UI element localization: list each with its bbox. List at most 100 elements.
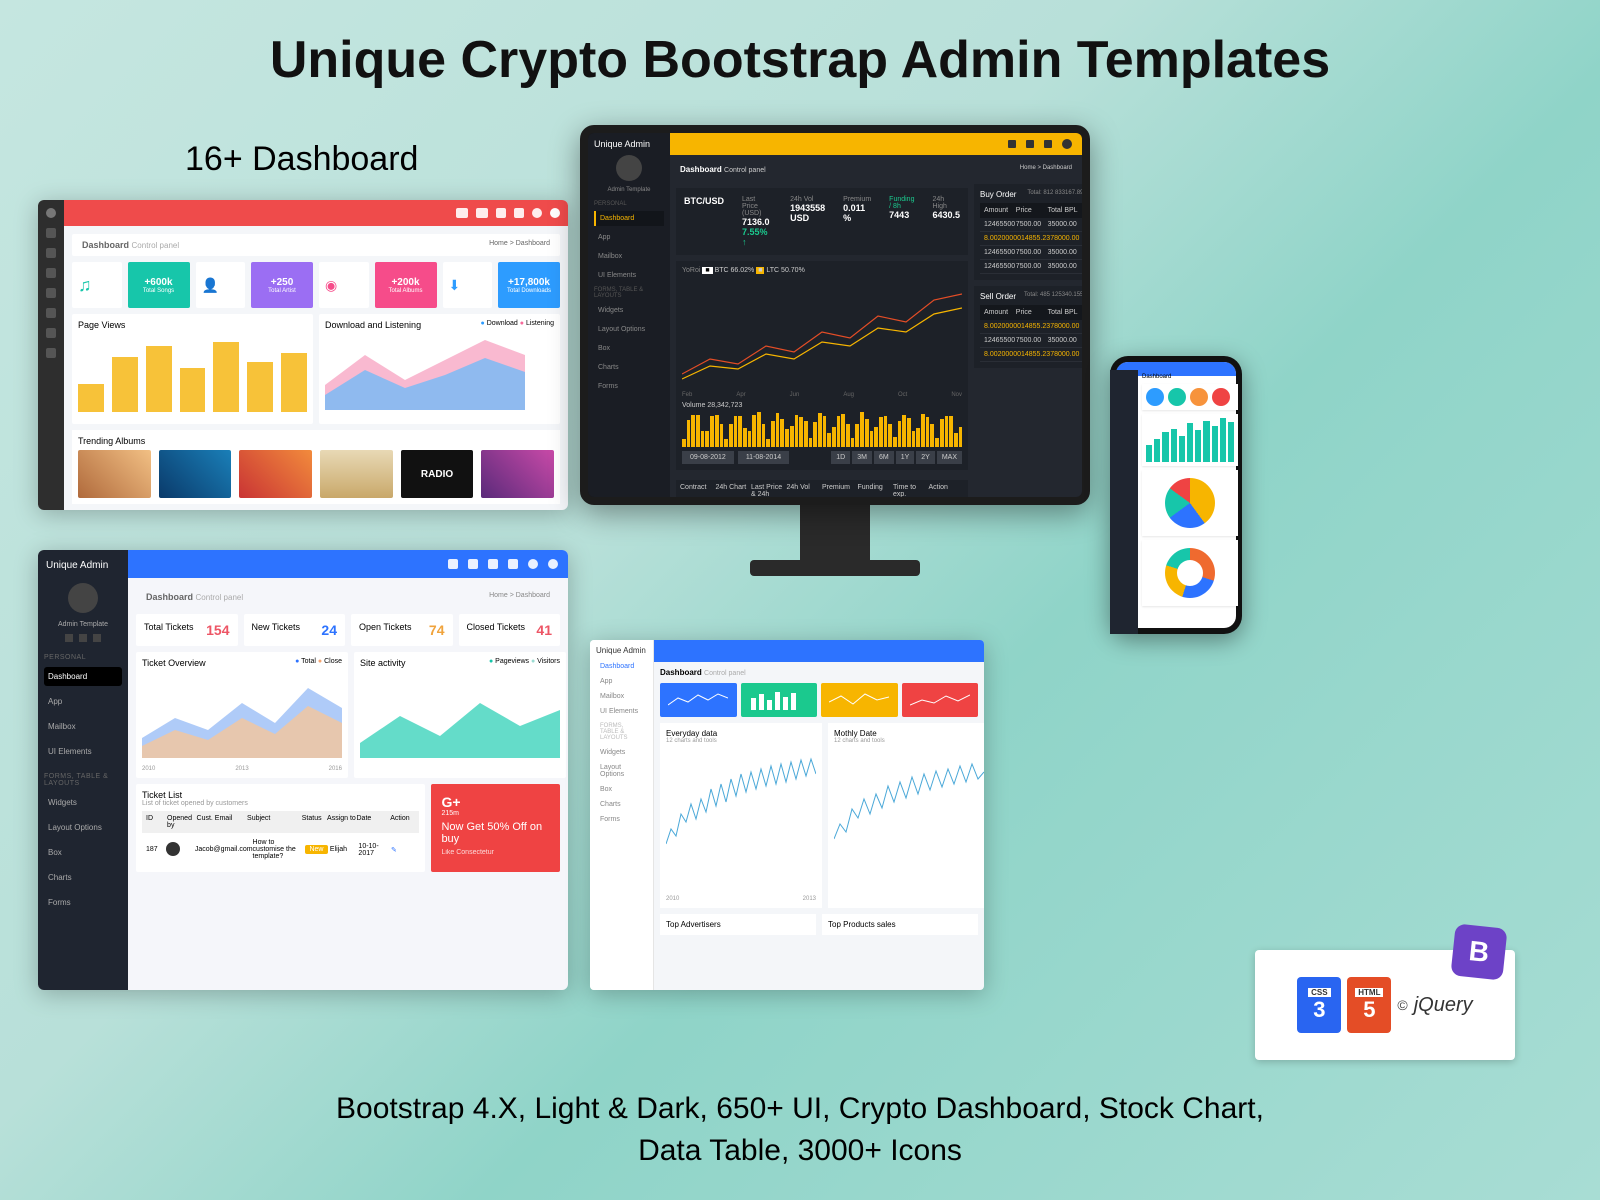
nav-dashboard[interactable]: Dashboard [596, 659, 647, 674]
nav-item[interactable]: Charts [594, 360, 664, 375]
album[interactable] [239, 450, 312, 498]
user-avatar[interactable] [1062, 139, 1072, 149]
nav-item[interactable]: Layout Options [596, 760, 647, 782]
td: 12465500 [984, 337, 1016, 344]
table-row[interactable]: 8.0020000014855.2378000.00 [980, 348, 1083, 362]
mail-icon[interactable] [65, 634, 73, 642]
gear-icon[interactable] [93, 634, 101, 642]
nav-icon[interactable] [46, 328, 56, 338]
nav-item[interactable]: Widgets [596, 745, 647, 760]
nav-item[interactable]: Layout Options [44, 818, 122, 837]
range-btn[interactable]: MAX [937, 451, 962, 464]
nav-item[interactable]: Forms [594, 379, 664, 394]
th: Time to exp. [893, 484, 929, 505]
user-avatar[interactable] [528, 559, 538, 569]
table-row[interactable]: 124655007500.0035000.00 [980, 218, 1083, 232]
search-icon[interactable] [1008, 140, 1016, 148]
nav-item[interactable]: Box [44, 843, 122, 862]
gear-icon[interactable] [550, 208, 560, 218]
avatar[interactable] [616, 155, 642, 181]
nav-icon[interactable] [46, 248, 56, 258]
date-to[interactable]: 11-08-2014 [738, 451, 789, 464]
date-from[interactable]: 09-08-2012 [682, 451, 734, 464]
nav-item[interactable]: Forms [596, 812, 647, 827]
td: 12465500 [984, 221, 1016, 228]
panel-pageviews: Page Views [72, 314, 313, 424]
album[interactable] [320, 450, 393, 498]
td: 7500.00 [1016, 263, 1048, 270]
range-btn[interactable]: 1D [831, 451, 850, 464]
gear-icon[interactable] [548, 559, 558, 569]
nav-item[interactable]: Charts [596, 797, 647, 812]
user-icon[interactable] [79, 634, 87, 642]
nav-icon[interactable] [46, 308, 56, 318]
range-btn[interactable]: 6M [874, 451, 894, 464]
nav-item[interactable]: App [594, 230, 664, 245]
flag-icon[interactable] [508, 559, 518, 569]
flag-icon[interactable] [1044, 140, 1052, 148]
nav-icon[interactable] [46, 288, 56, 298]
nav-item[interactable]: UI Elements [594, 268, 664, 283]
avatar[interactable] [46, 208, 56, 218]
nav-item[interactable]: Widgets [44, 793, 122, 812]
album[interactable] [78, 450, 151, 498]
range-btn[interactable]: 3M [852, 451, 872, 464]
page-title: Unique Crypto Bootstrap Admin Templates [0, 0, 1600, 90]
nav-item[interactable]: Box [594, 341, 664, 356]
breadcrumb[interactable]: Home > Dashboard [489, 592, 550, 602]
mail-icon[interactable] [468, 559, 478, 569]
nav-item[interactable]: Box [596, 782, 647, 797]
value: 28,342,723 [707, 402, 742, 409]
lbl: 24h High [932, 196, 960, 210]
table-row[interactable]: 124655007500.0035000.00 [980, 246, 1083, 260]
table-row[interactable]: 8.0020000014855.2378000.00 [980, 232, 1083, 246]
breadcrumb[interactable]: Home > Dashboard [489, 240, 550, 250]
nav-item[interactable]: App [44, 692, 122, 711]
table-row[interactable]: 124655007500.0035000.00 [980, 334, 1083, 348]
table-row[interactable]: 187 Jacob@gmail.com How to customise the… [142, 833, 419, 866]
bell-icon[interactable] [1026, 140, 1034, 148]
search-icon[interactable] [448, 559, 458, 569]
range-btn[interactable]: 1Y [896, 451, 915, 464]
nav-icon[interactable] [46, 228, 56, 238]
nav-dashboard[interactable]: Dashboard [594, 211, 664, 226]
td: 35000.00 [1048, 249, 1080, 256]
nav-item[interactable]: Mailbox [44, 717, 122, 736]
music-icon: ♫ [78, 275, 92, 296]
xlabel: Nov [951, 392, 962, 398]
table-row[interactable]: 8.0020000014855.2378000.00 [980, 320, 1083, 334]
nav-item[interactable]: Charts [44, 868, 122, 887]
td: 35000.00 [1048, 221, 1080, 228]
table-row[interactable]: 124655007500.0035000.00 [980, 260, 1083, 274]
nav-item[interactable]: Mailbox [594, 249, 664, 264]
stat-cards [660, 683, 978, 717]
range-btn[interactable]: 2Y [916, 451, 935, 464]
nav-item[interactable]: Layout Options [594, 322, 664, 337]
nav-item[interactable]: UI Elements [44, 742, 122, 761]
nav-item[interactable]: UI Elements [596, 704, 647, 719]
title: Dashboard [82, 240, 129, 250]
search-icon[interactable] [456, 208, 468, 218]
td: Elijah [330, 846, 359, 853]
user-avatar[interactable] [532, 208, 542, 218]
nav-item[interactable]: Mailbox [596, 689, 647, 704]
bar-chart [1146, 418, 1234, 462]
bell-icon[interactable] [488, 559, 498, 569]
avatar[interactable] [68, 583, 98, 613]
nav-dashboard[interactable]: Dashboard [44, 667, 122, 686]
album[interactable]: RADIO [401, 450, 474, 498]
album[interactable] [159, 450, 232, 498]
breadcrumb[interactable]: Home > Dashboard [1020, 165, 1072, 174]
title: Buy Order [980, 190, 1016, 199]
mail-icon[interactable] [476, 208, 488, 218]
nav-item[interactable]: App [596, 674, 647, 689]
nav-item[interactable]: Forms [44, 893, 122, 912]
nav-icon[interactable] [46, 348, 56, 358]
lbl: 24h Vol [790, 196, 825, 203]
nav-icon[interactable] [46, 268, 56, 278]
album[interactable] [481, 450, 554, 498]
nav-item[interactable]: Widgets [594, 303, 664, 318]
bell-icon[interactable] [496, 208, 506, 218]
action-icon[interactable]: ✎ [391, 846, 415, 854]
flag-icon[interactable] [514, 208, 524, 218]
